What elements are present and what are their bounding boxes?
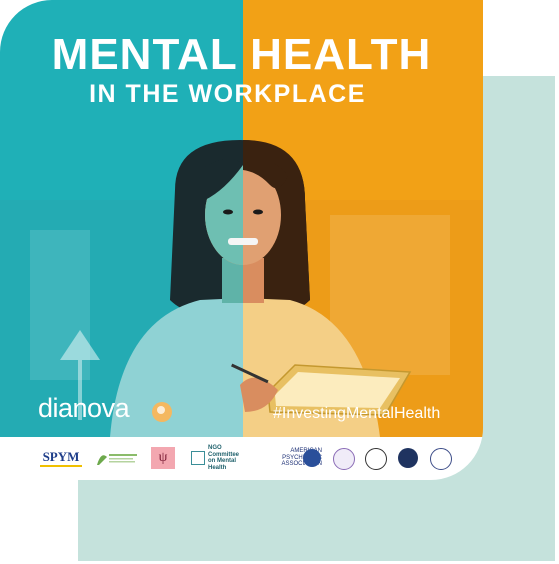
- aphon-logo-icon: [97, 454, 137, 465]
- poster-subtitle: IN THE WORKPLACE: [89, 80, 366, 108]
- poster-image: MENTAL HEALTH IN THE WORKPLACE dianova #…: [0, 0, 483, 437]
- spym-logo: SPYM: [40, 449, 82, 467]
- poster-title: MENTAL HEALTH: [51, 30, 432, 79]
- partner-logos: SPYM ψ NGO Committee on Mental Health AM…: [0, 437, 483, 480]
- hashtag: #InvestingMentalHealth: [273, 405, 441, 422]
- dianova-logo-icon: [152, 402, 172, 422]
- ngo-box-icon: [191, 451, 205, 465]
- caduceus-logo-icon: [430, 448, 452, 470]
- aphon-logo: [93, 447, 141, 469]
- dianova-logo: dianova: [38, 393, 130, 423]
- apa-seal-icon: [303, 449, 321, 467]
- psi-logo: ψ: [151, 447, 175, 469]
- nish-logo-icon: [398, 448, 418, 468]
- poster-card: MENTAL HEALTH IN THE WORKPLACE dianova #…: [0, 0, 483, 480]
- emblem-logo-icon: [365, 448, 387, 470]
- badge-logo-icon: [333, 448, 355, 470]
- ngo-cmh-logo: NGO Committee on Mental Health: [191, 445, 245, 471]
- ngo-label: NGO Committee on Mental Health: [208, 445, 240, 471]
